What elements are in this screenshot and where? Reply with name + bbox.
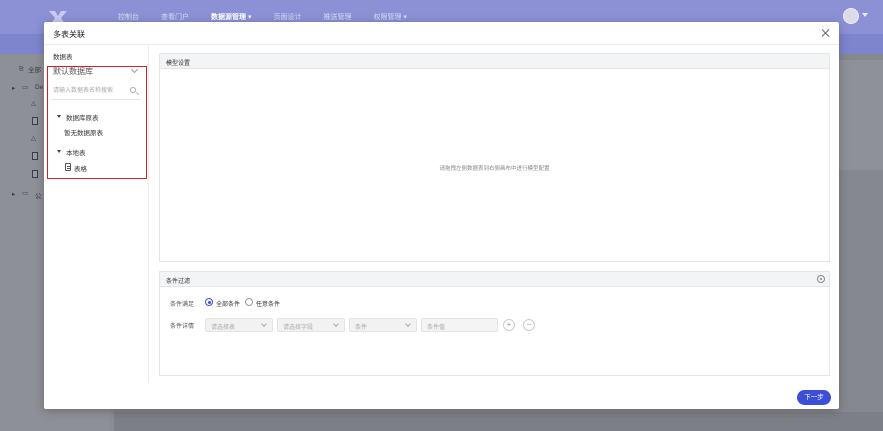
chevron-down-icon [130,65,139,74]
chevron-down-icon [405,321,411,327]
empty-state-text: 暂无数据原表 [64,130,103,137]
tree-caret-icon: ▸ [12,191,16,198]
nav-item-portal[interactable]: 查看门户 [161,12,189,22]
add-condition-button[interactable]: + [503,319,515,331]
file-icon [32,152,38,160]
caret-down-icon[interactable] [57,150,61,153]
canvas-drop-hint: 请拖拽左侧数据表到右侧画布中进行模型配置 [439,166,550,172]
model-settings-title: 模型设置 [166,61,191,67]
select-field-placeholder: 请选择字段 [283,325,314,331]
radio-all-conditions-label[interactable]: 全部条件 [216,299,240,308]
close-icon[interactable] [821,28,831,38]
select-operator-placeholder: 条件 [355,325,368,331]
nav-item-dashboard[interactable]: 控制台 [118,12,139,22]
table-search-box[interactable] [52,83,140,100]
sidebar-public-item[interactable]: 公 [35,190,42,200]
dialog-header: 多表关联 [44,22,839,45]
nav-item-datasource[interactable]: 数据源管理 ▾ [211,12,251,22]
select-table-placeholder: 请选择表 [211,325,236,331]
model-settings-panel[interactable]: 模型设置 请拖拽左侧数据表到右侧画布中进行模型配置 [159,53,830,262]
radio-any-condition-label[interactable]: 任意条件 [256,299,280,308]
panel-header: 模型设置 [160,54,829,69]
chevron-down-icon [333,321,339,327]
nav-item-push[interactable]: 推送管理 [323,12,351,22]
tree-group-db-tables[interactable]: 数据库原表 [66,112,99,122]
chevron-down-icon [261,321,267,327]
folder-icon: ▭ [22,84,29,91]
panel-header: 条件过滤 [160,272,829,287]
file-icon [32,117,38,125]
remove-condition-button[interactable]: − [523,319,535,331]
condition-filter-title: 条件过滤 [166,279,191,285]
detail-label: 条件详情 [170,324,195,330]
file-icon [65,163,71,171]
nav-item-permission[interactable]: 权限管理 ▾ [373,12,406,22]
tree-item-table[interactable]: 表格 [74,163,87,173]
radio-all-conditions[interactable] [205,298,213,306]
pane-title: 数据表 [53,54,73,61]
sidebar-tree-root[interactable]: De [35,84,43,91]
select-table[interactable]: 请选择表 [205,318,273,332]
nav-item-page-design[interactable]: 页面设计 [273,12,301,22]
next-step-button[interactable]: 下一步 [797,390,831,405]
cloud-icon: △ [31,100,36,107]
chevron-down-icon [862,13,868,17]
dialog-title: 多表关联 [53,30,85,39]
select-field[interactable]: 请选择字段 [277,318,345,332]
tree-group-local-tables[interactable]: 本地表 [66,147,86,157]
radio-any-condition[interactable] [245,298,253,306]
multi-table-join-dialog: 多表关联 数据表 默认数据库 数据库原表 暂无数据原表 本地表 表格 模型设置 … [44,22,839,409]
search-icon[interactable] [130,87,136,93]
database-select[interactable]: 默认数据库 [52,65,143,80]
app-side-panel [838,60,883,170]
condition-value-placeholder: 条件值 [427,325,446,331]
gear-icon[interactable] [817,275,825,283]
app-top-nav: 控制台 查看门户 数据源管理 ▾ 页面设计 推送管理 权限管理 ▾ [118,12,429,22]
app-bottom-panel [114,412,883,431]
avatar[interactable] [843,8,859,24]
database-select-value: 默认数据库 [53,67,93,76]
tree-caret-icon: ▸ [12,85,16,92]
sidebar-chart-icon: ⊵ [19,65,25,72]
select-operator[interactable]: 条件 [349,318,417,332]
file-icon [32,170,38,178]
cloud-icon: △ [31,135,36,142]
folder-icon: ▭ [22,190,29,197]
condition-value-input[interactable]: 条件值 [421,318,498,332]
table-search-input[interactable] [53,86,123,96]
sidebar-all-label[interactable]: 全部 [28,64,41,74]
caret-down-icon[interactable] [57,115,61,118]
match-label: 条件满足 [170,302,195,308]
